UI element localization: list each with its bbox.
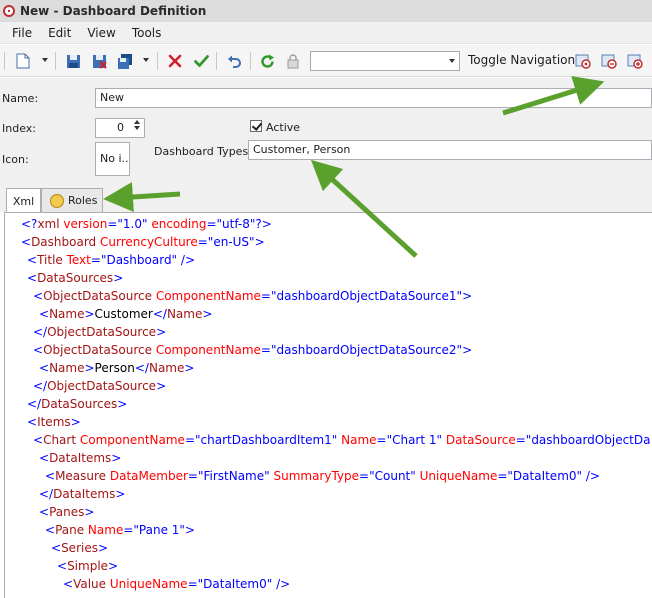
arrow-to-dashboard-types <box>310 159 418 258</box>
annotation-arrows-svg <box>103 76 605 258</box>
arrow-to-roles-tab <box>103 182 181 213</box>
arrow-to-dashboard-button <box>502 76 605 116</box>
